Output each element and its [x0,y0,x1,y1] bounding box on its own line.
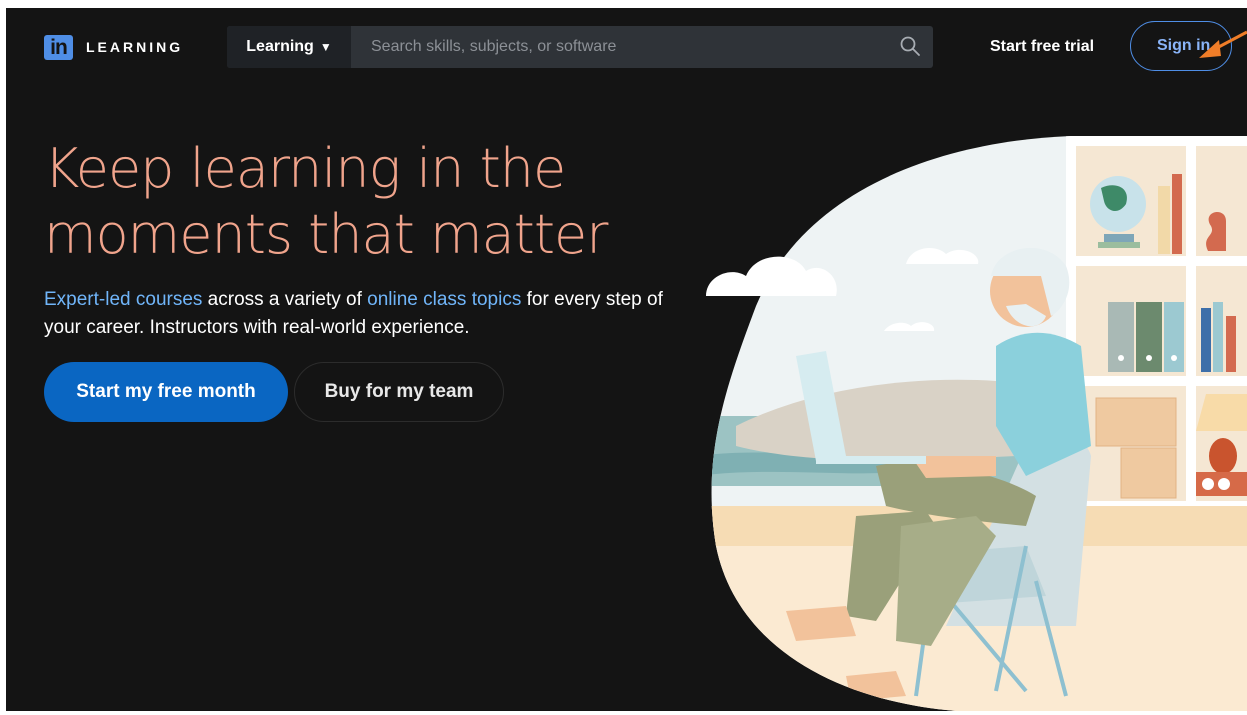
search-bar: Learning ▼ [227,26,933,68]
start-free-month-button[interactable]: Start my free month [44,362,288,422]
caret-down-icon: ▼ [319,40,332,54]
arrow-annotation-icon [1199,30,1247,58]
buy-for-team-button[interactable]: Buy for my team [294,362,504,422]
search-category-dropdown[interactable]: Learning ▼ [227,26,351,68]
search-icon[interactable] [898,34,922,58]
subline-text-1: across a variety of [202,289,368,310]
hero-illustration [706,136,1247,711]
search-category-label: Learning [246,38,314,55]
hero-headline: Keep learning in the moments that matter [44,137,608,266]
start-free-trial-link[interactable]: Start free trial [990,38,1094,56]
page-frame: in LEARNING Learning ▼ Start free trial … [6,8,1247,711]
online-class-topics-link[interactable]: online class topics [367,289,521,310]
hero-subline: Expert-led courses across a variety of o… [44,286,664,342]
expert-led-courses-link[interactable]: Expert-led courses [44,289,202,310]
linkedin-logo-icon[interactable]: in [44,35,73,60]
search-input[interactable] [351,26,887,68]
learning-wordmark[interactable]: LEARNING [86,39,183,55]
